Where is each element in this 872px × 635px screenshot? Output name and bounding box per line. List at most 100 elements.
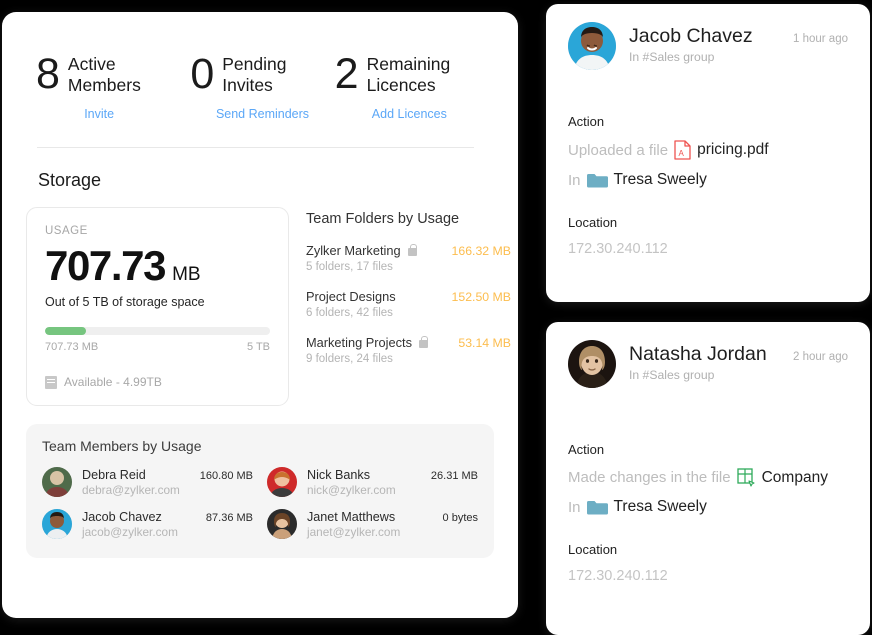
activity-card-header: Natasha Jordan 2 hour ago In #Sales grou… bbox=[568, 340, 848, 388]
member-name: Jacob Chavez bbox=[82, 510, 162, 524]
action-text: Made changes in the file bbox=[568, 469, 731, 486]
send-reminders-link[interactable]: Send Reminders bbox=[216, 107, 309, 121]
team-folders-list: Team Folders by Usage Zylker Marketing 1… bbox=[306, 207, 511, 406]
activity-card-identity: Jacob Chavez 1 hour ago In #Sales group bbox=[629, 22, 848, 64]
stat-label: Pending Invites bbox=[222, 54, 286, 96]
folder-meta: 9 folders, 24 files bbox=[306, 353, 511, 365]
member-size: 160.80 MB bbox=[200, 470, 253, 482]
member-top: Debra Reid 160.80 MB bbox=[82, 468, 253, 482]
activity-timestamp: 2 hour ago bbox=[793, 351, 848, 363]
member-top: Janet Matthews 0 bytes bbox=[307, 510, 478, 524]
team-members-heading: Team Members by Usage bbox=[42, 438, 478, 454]
member-email: janet@zylker.com bbox=[307, 525, 478, 539]
activity-card-jacob-chavez[interactable]: Jacob Chavez 1 hour ago In #Sales group … bbox=[546, 4, 870, 302]
folder-name-wrap: Zylker Marketing bbox=[306, 243, 417, 258]
action-location-line: In Tresa Sweely bbox=[568, 171, 848, 189]
action-label: Action bbox=[568, 114, 848, 129]
folder-row[interactable]: Marketing Projects 53.14 MB 9 folders, 2… bbox=[306, 335, 511, 365]
stat-number: 0 bbox=[190, 52, 213, 96]
folder-name-wrap: Project Designs bbox=[306, 289, 396, 304]
activity-user-name: Jacob Chavez bbox=[629, 25, 753, 48]
stat-label: Active Members bbox=[68, 54, 141, 96]
spreadsheet-file-icon bbox=[737, 468, 756, 487]
member-name: Nick Banks bbox=[307, 468, 370, 482]
stat-pending-invites: 0 Pending Invites Send Reminders bbox=[190, 52, 334, 121]
file-name[interactable]: pricing.pdf bbox=[697, 141, 769, 159]
action-text: Uploaded a file bbox=[568, 142, 668, 159]
storage-bar-legend: 707.73 MB 5 TB bbox=[45, 341, 270, 353]
member-top: Nick Banks 26.31 MB bbox=[307, 468, 478, 482]
folder-meta: 5 folders, 17 files bbox=[306, 261, 511, 273]
activity-card-natasha-jordan[interactable]: Natasha Jordan 2 hour ago In #Sales grou… bbox=[546, 322, 870, 635]
location-ip: 172.30.240.112 bbox=[568, 568, 848, 584]
location-label: Location bbox=[568, 215, 848, 230]
usage-card: USAGE 707.73 MB Out of 5 TB of storage s… bbox=[26, 207, 289, 406]
usage-unit: MB bbox=[172, 264, 201, 286]
usage-kicker: USAGE bbox=[45, 225, 270, 237]
member-info: Nick Banks 26.31 MB nick@zylker.com bbox=[307, 468, 478, 497]
team-overview-card: 8 Active Members Invite 0 Pending Invite… bbox=[2, 12, 518, 618]
member-name: Janet Matthews bbox=[307, 510, 395, 524]
hard-drive-icon bbox=[45, 376, 57, 389]
stat-label-line2: Licences bbox=[367, 75, 436, 95]
stat-top: 2 Remaining Licences bbox=[335, 52, 484, 96]
folder-icon bbox=[587, 173, 608, 188]
activity-card-header: Jacob Chavez 1 hour ago In #Sales group bbox=[568, 22, 848, 70]
action-location-line: In Tresa Sweely bbox=[568, 498, 848, 516]
pdf-file-icon: A bbox=[674, 140, 691, 160]
folder-meta: 6 folders, 42 files bbox=[306, 307, 511, 319]
avatar bbox=[267, 467, 297, 497]
team-members-grid: Debra Reid 160.80 MB debra@zylker.com bbox=[42, 464, 478, 542]
member-top: Jacob Chavez 87.36 MB bbox=[82, 510, 253, 524]
activity-user-name: Natasha Jordan bbox=[629, 343, 767, 366]
member-row[interactable]: Jacob Chavez 87.36 MB jacob@zylker.com bbox=[42, 506, 253, 542]
activity-card-identity: Natasha Jordan 2 hour ago In #Sales grou… bbox=[629, 340, 848, 382]
stat-label-line2: Invites bbox=[222, 75, 273, 95]
member-email: nick@zylker.com bbox=[307, 483, 478, 497]
invite-link[interactable]: Invite bbox=[84, 107, 114, 121]
avatar bbox=[42, 509, 72, 539]
avatar bbox=[568, 22, 616, 70]
member-info: Janet Matthews 0 bytes janet@zylker.com bbox=[307, 510, 478, 539]
team-folders-heading: Team Folders by Usage bbox=[306, 211, 511, 227]
stat-top: 8 Active Members bbox=[36, 52, 190, 96]
action-detail-line: Made changes in the file Company bbox=[568, 468, 848, 487]
folder-row[interactable]: Project Designs 152.50 MB 6 folders, 42 … bbox=[306, 289, 511, 319]
folder-line: Zylker Marketing 166.32 MB bbox=[306, 243, 511, 258]
location-ip: 172.30.240.112 bbox=[568, 241, 848, 257]
avatar bbox=[267, 509, 297, 539]
activity-group: In #Sales group bbox=[629, 50, 848, 64]
stat-label-line2: Members bbox=[68, 75, 141, 95]
member-email: jacob@zylker.com bbox=[82, 525, 253, 539]
activity-name-row: Natasha Jordan 2 hour ago bbox=[629, 343, 848, 366]
storage-progress-fill bbox=[45, 327, 86, 335]
folder-row[interactable]: Zylker Marketing 166.32 MB 5 folders, 17… bbox=[306, 243, 511, 273]
member-info: Debra Reid 160.80 MB debra@zylker.com bbox=[82, 468, 253, 497]
storage-heading: Storage bbox=[38, 170, 518, 191]
stat-label-line1: Active bbox=[68, 54, 116, 74]
in-label: In bbox=[568, 499, 581, 516]
avatar bbox=[42, 467, 72, 497]
available-text: Available - 4.99TB bbox=[64, 375, 162, 389]
folder-name[interactable]: Tresa Sweely bbox=[614, 171, 707, 189]
file-name[interactable]: Company bbox=[762, 469, 828, 487]
avatar bbox=[568, 340, 616, 388]
usage-value: 707.73 bbox=[45, 243, 165, 289]
member-row[interactable]: Nick Banks 26.31 MB nick@zylker.com bbox=[267, 464, 478, 500]
lock-icon bbox=[419, 340, 428, 348]
folder-name[interactable]: Tresa Sweely bbox=[614, 498, 707, 516]
folder-line: Marketing Projects 53.14 MB bbox=[306, 335, 511, 350]
action-detail-line: Uploaded a file A pricing.pdf bbox=[568, 140, 848, 160]
member-size: 26.31 MB bbox=[431, 470, 478, 482]
stat-active-members: 8 Active Members Invite bbox=[36, 52, 190, 121]
folder-name: Project Designs bbox=[306, 289, 396, 304]
member-row[interactable]: Janet Matthews 0 bytes janet@zylker.com bbox=[267, 506, 478, 542]
member-size: 87.36 MB bbox=[206, 512, 253, 524]
add-licences-link[interactable]: Add Licences bbox=[372, 107, 447, 121]
in-label: In bbox=[568, 172, 581, 189]
member-row[interactable]: Debra Reid 160.80 MB debra@zylker.com bbox=[42, 464, 253, 500]
stat-remaining-licences: 2 Remaining Licences Add Licences bbox=[335, 52, 484, 121]
action-label: Action bbox=[568, 442, 848, 457]
app-canvas: 8 Active Members Invite 0 Pending Invite… bbox=[0, 0, 872, 635]
folder-icon bbox=[587, 500, 608, 515]
